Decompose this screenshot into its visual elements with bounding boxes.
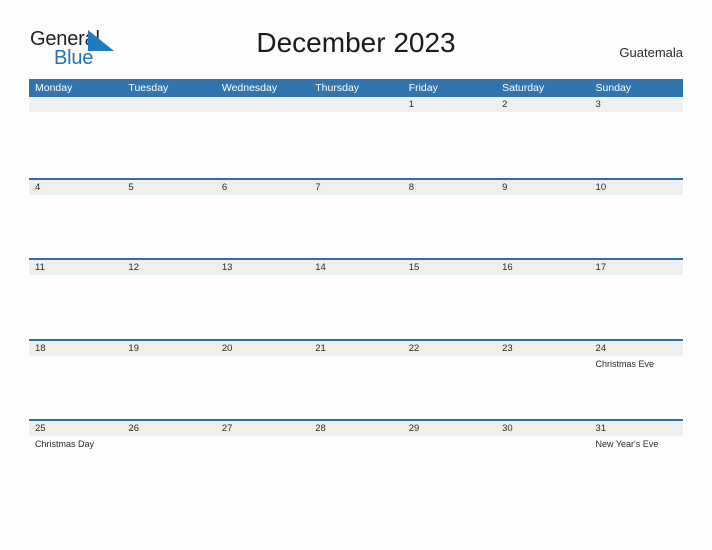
dow-header-friday: Friday — [408, 82, 438, 94]
week-day-number-strip: 4 5 6 7 8 9 10 — [29, 179, 683, 195]
day-number[interactable] — [122, 97, 215, 112]
day-event — [309, 112, 402, 172]
day-number[interactable]: 21 — [309, 341, 402, 356]
day-event — [216, 195, 309, 255]
week-event-row: Christmas Eve — [29, 356, 683, 416]
day-number[interactable]: 13 — [216, 260, 309, 275]
day-event — [403, 195, 496, 255]
day-event — [496, 112, 589, 172]
calendar-week-row: 4 5 6 7 8 9 10 — [29, 177, 683, 259]
day-event: New Year's Eve — [595, 439, 659, 449]
dow-header-monday: Monday — [35, 82, 73, 94]
day-number[interactable]: 4 — [29, 180, 122, 195]
day-number[interactable] — [216, 97, 309, 112]
day-number[interactable]: 26 — [122, 421, 215, 436]
day-event — [590, 275, 683, 335]
week-day-number-strip: 25 26 27 28 29 30 31 — [29, 421, 683, 436]
day-number[interactable]: 29 — [403, 421, 496, 436]
day-event — [309, 356, 402, 416]
day-event — [496, 195, 589, 255]
day-event — [309, 275, 402, 335]
day-event: Christmas Eve — [595, 358, 655, 369]
calendar-grid: Monday Tuesday Wednesday Thursday Friday… — [29, 79, 683, 500]
calendar-week-row: 11 12 13 14 15 16 17 — [29, 258, 683, 339]
day-event: Christmas Day — [35, 439, 95, 449]
day-event — [122, 112, 215, 172]
day-number[interactable]: 1 — [403, 97, 496, 112]
page-header: General Blue December 2023 Guatemala — [0, 0, 712, 78]
dow-header-tuesday: Tuesday — [128, 82, 169, 94]
calendar-week-row: 25 26 27 28 29 30 31 Christmas Day New Y… — [29, 419, 683, 500]
day-number[interactable] — [309, 97, 402, 112]
calendar-week-row: 18 19 20 21 22 23 24 Christmas Eve — [29, 338, 683, 420]
day-event — [590, 195, 683, 255]
page-title: December 2023 — [256, 27, 456, 58]
day-event — [29, 275, 122, 335]
day-event — [29, 195, 122, 255]
day-event — [309, 436, 402, 496]
day-number[interactable]: 18 — [29, 341, 122, 356]
day-number[interactable]: 28 — [309, 421, 402, 436]
day-number[interactable]: 24 — [590, 341, 683, 356]
day-number[interactable] — [29, 97, 122, 112]
week-event-row — [29, 112, 683, 172]
day-number[interactable]: 16 — [496, 260, 589, 275]
week-event-row — [29, 275, 683, 335]
day-number[interactable]: 3 — [590, 97, 683, 112]
day-number[interactable]: 7 — [309, 180, 402, 195]
day-number[interactable]: 30 — [496, 421, 589, 436]
week-event-row: Christmas Day New Year's Eve — [29, 436, 683, 496]
calendar-week-row: 1 2 3 — [29, 97, 683, 178]
day-number[interactable]: 12 — [122, 260, 215, 275]
week-day-number-strip: 11 12 13 14 15 16 17 — [29, 260, 683, 275]
day-event — [403, 275, 496, 335]
day-event — [216, 356, 309, 416]
week-day-number-strip: 18 19 20 21 22 23 24 — [29, 340, 683, 356]
dow-header-thursday: Thursday — [315, 82, 360, 94]
week-day-number-strip: 1 2 3 — [29, 97, 683, 112]
day-event — [122, 436, 215, 496]
day-of-week-header-row: Monday Tuesday Wednesday Thursday Friday… — [29, 79, 683, 97]
day-number[interactable]: 6 — [216, 180, 309, 195]
week-event-row — [29, 195, 683, 255]
day-event — [122, 195, 215, 255]
day-number[interactable]: 23 — [496, 341, 589, 356]
day-event — [122, 275, 215, 335]
day-number[interactable]: 22 — [403, 341, 496, 356]
day-event — [496, 436, 589, 496]
day-number[interactable]: 20 — [216, 341, 309, 356]
day-number[interactable]: 2 — [496, 97, 589, 112]
day-number[interactable]: 17 — [590, 260, 683, 275]
day-event — [216, 436, 309, 496]
day-number[interactable]: 27 — [216, 421, 309, 436]
day-event — [122, 356, 215, 416]
day-number[interactable]: 9 — [496, 180, 589, 195]
day-event — [29, 112, 122, 172]
day-number[interactable]: 10 — [590, 180, 683, 195]
day-event — [590, 112, 683, 172]
day-number[interactable]: 25 — [29, 421, 122, 436]
country-label: Guatemala — [619, 45, 683, 60]
day-number[interactable]: 14 — [309, 260, 402, 275]
day-event — [29, 356, 122, 416]
day-number[interactable]: 19 — [122, 341, 215, 356]
dow-header-sunday: Sunday — [595, 82, 632, 94]
dow-header-wednesday: Wednesday — [221, 82, 278, 94]
day-event — [403, 112, 496, 172]
day-number[interactable]: 15 — [403, 260, 496, 275]
day-number[interactable]: 11 — [29, 260, 122, 275]
day-event — [496, 275, 589, 335]
day-event — [216, 275, 309, 335]
day-number[interactable]: 31 — [590, 421, 683, 436]
day-number[interactable]: 8 — [403, 180, 496, 195]
day-event — [309, 195, 402, 255]
day-event — [403, 356, 496, 416]
day-event — [403, 436, 496, 496]
dow-header-saturday: Saturday — [502, 82, 545, 94]
day-number[interactable]: 5 — [122, 180, 215, 195]
day-event — [216, 112, 309, 172]
day-event — [496, 356, 589, 416]
